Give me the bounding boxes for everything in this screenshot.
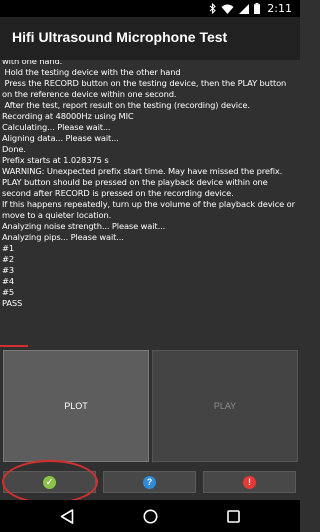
exclamation-icon: ! (243, 475, 256, 489)
home-button[interactable] (142, 508, 158, 524)
log-line: Hold the testing device with the other h… (2, 67, 181, 77)
recent-apps-icon (226, 509, 240, 523)
log-line: Done. (2, 144, 26, 154)
back-icon (60, 508, 74, 524)
log-line: #1 (2, 243, 14, 253)
signal-icon (239, 3, 250, 14)
plot-button-label: PLOT (64, 401, 88, 411)
log-line: Prefix starts at 1.028375 s (2, 155, 109, 165)
log-line: with one hand. (2, 60, 63, 66)
play-button[interactable]: PLAY (152, 350, 298, 462)
plot-button[interactable]: PLOT (3, 350, 149, 462)
app-title: Hifi Ultrasound Microphone Test (12, 29, 228, 45)
recent-apps-button[interactable] (225, 508, 241, 524)
wifi-icon (221, 4, 234, 14)
fail-button[interactable]: ! (203, 471, 296, 493)
pass-underline-annotation (0, 345, 28, 347)
action-bar: Hifi Ultrasound Microphone Test (0, 17, 300, 60)
home-icon (143, 509, 157, 523)
log-line: Recording at 48000Hz using MIC (2, 111, 134, 121)
status-time: 2:11 (267, 2, 292, 15)
log-line: If this happens repeatedly, turn up the … (2, 199, 298, 220)
log-line: Analyzing pips... Please wait... (2, 232, 124, 242)
log-line: #3 (2, 265, 14, 275)
bluetooth-icon (209, 3, 217, 14)
test-log[interactable]: with one hand. Hold the testing device w… (0, 60, 300, 345)
nav-bar (0, 500, 300, 532)
log-line: PLAY button should be pressed on the pla… (2, 177, 271, 198)
log-line: #5 (2, 287, 14, 297)
battery-icon (254, 3, 261, 14)
log-lines: with one hand. Hold the testing device w… (2, 60, 296, 309)
log-line: Calculating... Please wait... (2, 122, 111, 132)
log-line: Press the RECORD button on the testing d… (2, 78, 289, 99)
log-line: Aligning data... Please wait... (2, 133, 119, 143)
log-line: Analyzing noise strength... Please wait.… (2, 221, 166, 231)
info-button[interactable]: ? (103, 471, 196, 493)
pass-button-circle-annotation (2, 460, 98, 504)
question-icon: ? (143, 475, 156, 489)
status-icons: 2:11 (209, 2, 292, 15)
log-line: PASS (2, 298, 23, 308)
log-line: #4 (2, 276, 14, 286)
status-bar: 2:11 (0, 0, 300, 17)
back-button[interactable] (59, 508, 75, 524)
play-button-label: PLAY (213, 401, 237, 411)
log-line: WARNING: Unexpected prefix start time. M… (2, 166, 283, 176)
log-line: #2 (2, 254, 14, 264)
log-line: After the test, report result on the tes… (2, 100, 251, 110)
